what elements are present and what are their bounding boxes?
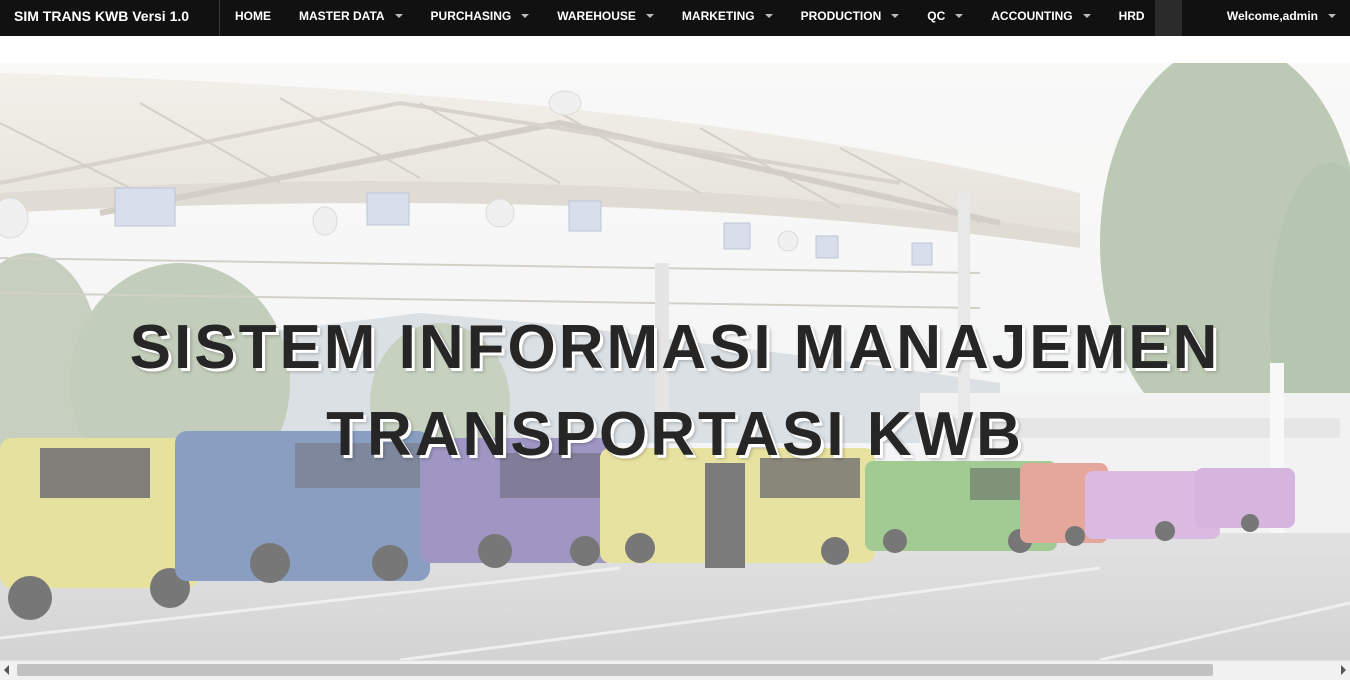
menu-marketing-label: MARKETING: [681, 9, 755, 23]
caret-down-icon: [891, 14, 900, 18]
scroll-left-arrow-icon[interactable]: [4, 665, 9, 675]
menu-home[interactable]: HOME: [221, 0, 285, 36]
horizontal-scrollbar[interactable]: [0, 660, 1350, 680]
menu-hrd-label: HRD: [1118, 9, 1145, 23]
hero-title-line1: SISTEM INFORMASI MANAJEMEN: [129, 313, 1221, 382]
scrollbar-thumb[interactable]: [17, 664, 1213, 676]
caret-down-icon: [394, 14, 403, 18]
caret-down-icon: [1328, 14, 1336, 18]
menu-production-label: PRODUCTION: [800, 9, 882, 23]
menu-accounting[interactable]: ACCOUNTING: [977, 0, 1104, 36]
menu-marketing[interactable]: MARKETING: [668, 0, 787, 36]
menu-purchasing-label: PURCHASING: [430, 9, 512, 23]
top-navbar: SIM TRANS KWB Versi 1.0 HOME MASTER DATA…: [0, 0, 1350, 36]
caret-down-icon: [1082, 14, 1091, 18]
menu-warehouse-label: WAREHOUSE: [557, 9, 636, 23]
menu-active-highlight: [1155, 0, 1182, 36]
menu-purchasing[interactable]: PURCHASING: [417, 0, 544, 36]
menu-home-label: HOME: [235, 9, 271, 23]
menu-qc-label: QC: [927, 9, 946, 23]
user-menu[interactable]: Welcome,admin: [1227, 0, 1336, 36]
app-brand[interactable]: SIM TRANS KWB Versi 1.0: [0, 0, 220, 36]
caret-down-icon: [764, 14, 773, 18]
scroll-right-arrow-icon[interactable]: [1341, 665, 1346, 675]
menu-accounting-label: ACCOUNTING: [991, 9, 1073, 23]
menu-qc[interactable]: QC: [913, 0, 977, 36]
menu-master-data[interactable]: MASTER DATA: [285, 0, 417, 36]
main-menu: HOME MASTER DATA PURCHASING WAREHOUSE MA…: [221, 0, 1177, 36]
menu-warehouse[interactable]: WAREHOUSE: [543, 0, 668, 36]
caret-down-icon: [955, 14, 964, 18]
welcome-text: Welcome,admin: [1226, 9, 1318, 23]
menu-production[interactable]: PRODUCTION: [787, 0, 914, 36]
hero-title-line2: TRANSPORTASI KWB: [326, 400, 1024, 469]
menu-master-data-label: MASTER DATA: [299, 9, 385, 23]
caret-down-icon: [645, 14, 654, 18]
caret-down-icon: [521, 14, 530, 18]
hero-banner: SISTEM INFORMASI MANAJEMEN TRANSPORTASI …: [0, 63, 1350, 660]
